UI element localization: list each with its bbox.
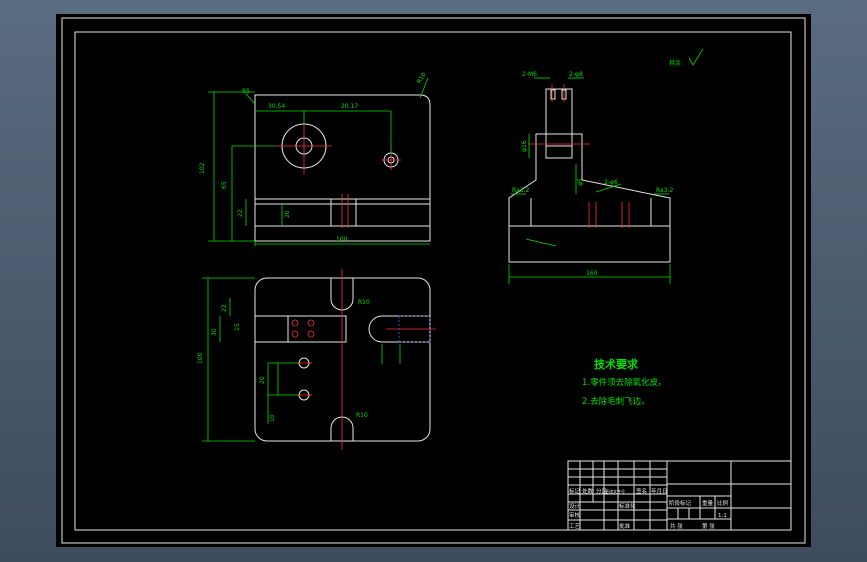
tb-review: 审核: [569, 511, 581, 519]
drawing-sheet: 102 65 22 20 100 30.54 20.17 R5 R10 100 …: [61, 17, 806, 544]
dim-top-height: 100: [197, 352, 204, 364]
tb-process: 工艺: [569, 523, 581, 530]
dim-front-mid: 65: [221, 181, 228, 189]
outer-border: [61, 17, 806, 544]
roughness-symbol: 其余: [669, 48, 704, 67]
tb-sheet-no: 第 张: [702, 522, 715, 530]
dim-side-thread2: 2-φ8: [569, 71, 583, 78]
notes-title: 技术要求: [594, 357, 639, 371]
tb-weight: 重量: [702, 499, 714, 507]
dim-front-w1: 30.54: [268, 103, 285, 110]
tb-sign: 签名: [636, 487, 647, 495]
dim-top-b1: 20: [259, 376, 266, 384]
dim-side-thread1: 2-M6: [522, 71, 537, 78]
dim-side-width: 160: [586, 270, 598, 277]
tb-count: 处数: [582, 487, 594, 495]
section-base: [508, 225, 671, 263]
dim-top-d2: 22: [221, 304, 228, 312]
dim-top-d1: 30: [211, 328, 218, 336]
tb-sheets-total: 共 张: [670, 522, 683, 530]
tb-stage: 阶段标记: [669, 499, 692, 507]
dim-front-w2: 20.17: [341, 103, 358, 110]
tb-approve: 批准: [619, 522, 631, 530]
dim-top-r2: R10: [356, 412, 368, 419]
dim-top-b2: 10: [269, 414, 276, 422]
tb-design: 设计: [569, 502, 581, 510]
front-view-outline: [254, 94, 431, 242]
dim-front-r-left: R5: [242, 88, 250, 95]
note-1: 1.零件须去除氧化皮。: [582, 377, 667, 388]
front-view: 102 65 22 20 100 30.54 20.17 R5 R10: [199, 71, 431, 246]
dim-side-hole: φ5: [577, 178, 584, 186]
roughness-label: 其余: [669, 59, 681, 67]
title-block: 标记 处数 分区 更改文件号 签名 年月日 设计 标准化 阶段标记 重量 比例 …: [567, 460, 792, 531]
dim-side-holes: 2-φ6: [604, 179, 618, 186]
cad-viewport[interactable]: 102 65 22 20 100 30.54 20.17 R5 R10 100 …: [56, 14, 811, 547]
inner-border: [74, 31, 792, 531]
top-view: 100 30 22 20 10 15 R10 R10: [197, 269, 436, 450]
dim-front-height: 102: [199, 162, 206, 174]
tb-mark: 标记: [569, 487, 581, 495]
tb-scale: 1:1: [718, 513, 727, 519]
dim-front-width: 100: [336, 236, 348, 243]
tb-standard: 标准化: [619, 502, 636, 510]
top-mid-block: [287, 315, 347, 343]
dim-front-low: 22: [237, 209, 244, 217]
dim-top-r1: R10: [358, 299, 370, 306]
dim-front-slot: 20: [284, 210, 291, 218]
roughness-left: Ra3.2: [512, 187, 529, 194]
dim-side-diameter: φ16: [521, 140, 528, 152]
technical-notes: 技术要求 1.零件须去除氧化皮。 2.去除毛刺飞边。: [582, 357, 667, 407]
note-2: 2.去除毛刺飞边。: [582, 396, 650, 407]
side-section-view: 2-M6 2-φ8 φ16 φ5 2-φ6 160 Ra3.2 Ra3.2: [508, 71, 673, 284]
tb-date: 年月日: [651, 487, 668, 495]
tb-scale-label: 比例: [717, 499, 729, 507]
tb-change-doc: 更改文件号: [605, 488, 625, 494]
roughness-right: Ra3.2: [656, 187, 673, 194]
section-body: [508, 88, 671, 227]
dim-top-d3: 15: [234, 323, 241, 331]
